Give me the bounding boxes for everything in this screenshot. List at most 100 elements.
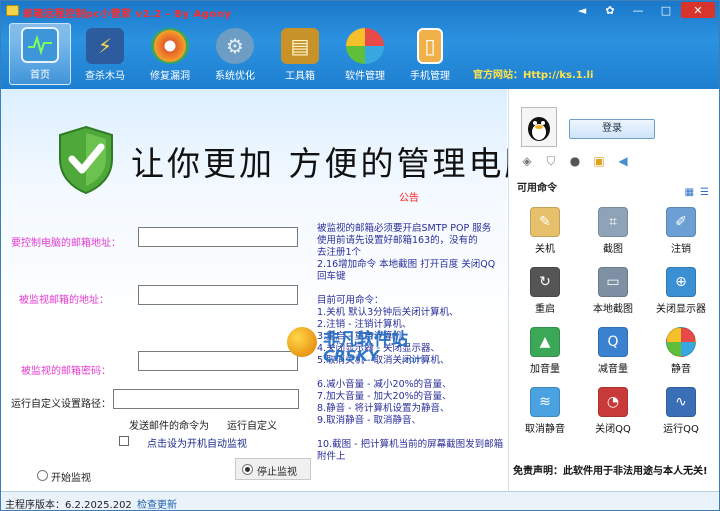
command-label: 取消静音 xyxy=(525,424,565,435)
command-item[interactable]: ▭ 本地截图 xyxy=(581,267,645,315)
disclaimer: 免责声明：此软件用于非法用途与本人无关! xyxy=(513,466,708,477)
command-label: 关闭显示器 xyxy=(656,304,706,315)
command-label: 减音量 xyxy=(598,364,628,375)
broom-icon: ✎ xyxy=(530,207,560,237)
app-window: 邮箱远程控制pc小管家 v2.2 - By Agony ◄ ✿ — □ ✕ 首页… xyxy=(0,0,720,511)
gear-icon: ⚙ xyxy=(216,28,254,64)
toolbar-item-toolbox[interactable]: ▤ 工具箱 xyxy=(269,23,331,85)
flower-mute-icon xyxy=(666,327,696,357)
command-item[interactable]: ↻ 重启 xyxy=(513,267,577,315)
command-label: 加音量 xyxy=(530,364,560,375)
control-email-label: 要控制电脑的邮箱地址： xyxy=(11,238,121,249)
toolbar-item-optimize[interactable]: ⚙ 系统优化 xyxy=(204,23,266,85)
command-label: 本地截图 xyxy=(593,304,633,315)
menu-icon[interactable]: ◄ xyxy=(569,2,595,18)
watermark-emblem-icon xyxy=(287,327,317,357)
command-label: 重启 xyxy=(535,304,555,315)
send-command-label: 发送邮件的命令为 xyxy=(129,421,209,432)
command-item[interactable]: 静音 xyxy=(649,327,713,375)
watermark-en: CRSKY xyxy=(323,347,379,365)
speaker-icon[interactable]: ◀ xyxy=(615,153,631,169)
toolbar-label: 工具箱 xyxy=(285,71,315,82)
command-label: 关闭QQ xyxy=(595,424,631,435)
main-panel: 让你更加 方便的管理电脑 ！ 公告 要控制电脑的邮箱地址： 被监视邮箱的地址： … xyxy=(1,89,587,491)
shield-icon[interactable]: ⛉ xyxy=(543,153,559,169)
qq-penguin-icon xyxy=(528,117,550,141)
toolbar-item-software[interactable]: 软件管理 xyxy=(334,23,396,85)
autostart-checkbox[interactable] xyxy=(119,436,129,446)
command-item[interactable]: ∿ 运行QQ xyxy=(649,387,713,435)
skin-icon[interactable]: ✿ xyxy=(597,2,623,18)
monitor-icon: ▭ xyxy=(598,267,628,297)
command-item[interactable]: ⊕ 关闭显示器 xyxy=(649,267,713,315)
autostart-label[interactable]: 点击设为开机自动监视 xyxy=(147,435,247,450)
check-update-link[interactable]: 检查更新 xyxy=(137,496,177,510)
start-monitor-radio[interactable] xyxy=(37,470,48,481)
command-grid: ✎ 关机 ⌗ 截图 ✐ 注销 ↻ 重启 ▭ 本地截图 ⊕ 关闭显示器 ▲ 加音量 Q 减音量 静… xyxy=(513,207,719,435)
restart-icon: ↻ xyxy=(530,267,560,297)
toolbar-item-fix-vuln[interactable]: 修复漏洞 xyxy=(139,23,201,85)
stop-monitor-label[interactable]: 停止监视 xyxy=(257,463,297,478)
custom-path-input[interactable] xyxy=(113,389,299,409)
phone-icon: ▯ xyxy=(417,28,443,64)
command-item[interactable]: ✐ 注销 xyxy=(649,207,713,255)
maximize-icon[interactable]: □ xyxy=(653,2,679,18)
toolbar-item-phone[interactable]: ▯ 手机管理 xyxy=(399,23,461,85)
user-icon[interactable]: ● xyxy=(567,153,583,169)
quick-icons: ◈ ⛉ ● ▣ ◀ xyxy=(519,153,631,169)
custom-path-label: 运行自定义设置路径： xyxy=(11,399,111,410)
run-custom-label: 运行自定义 xyxy=(227,421,277,432)
home-monitor-icon xyxy=(21,27,59,63)
gift-icon[interactable]: ▣ xyxy=(591,153,607,169)
list-view-icon[interactable]: ☰ xyxy=(700,187,709,198)
avatar[interactable] xyxy=(521,107,557,147)
minimize-icon[interactable]: — xyxy=(625,2,651,18)
control-email-input[interactable] xyxy=(138,227,298,247)
toolbar-label: 查杀木马 xyxy=(85,71,125,82)
volume-up-icon: ▲ xyxy=(530,327,560,357)
command-label: 关机 xyxy=(535,244,555,255)
command-item[interactable]: ◔ 关闭QQ xyxy=(581,387,645,435)
app-icon xyxy=(6,5,19,16)
monitored-password-label: 被监视的邮箱密码： xyxy=(21,366,111,377)
toolbar-label: 首页 xyxy=(30,70,50,81)
window-controls: ◄ ✿ — □ ✕ xyxy=(569,2,715,18)
command-item[interactable]: ⌗ 截图 xyxy=(581,207,645,255)
command-item[interactable]: ≋ 取消静音 xyxy=(513,387,577,435)
shield-bolt-icon: ⚡ xyxy=(86,28,124,64)
command-label: 运行QQ xyxy=(663,424,699,435)
chart-line-icon: ∿ xyxy=(666,387,696,417)
commands-title: 可用命令 xyxy=(517,183,557,194)
pen-icon: ✐ xyxy=(666,207,696,237)
monitored-password-input[interactable] xyxy=(138,351,298,371)
grid-view-icon[interactable]: ▦ xyxy=(685,187,694,198)
flower-icon xyxy=(346,28,384,64)
shield-check-icon xyxy=(59,125,113,195)
toolbar-label: 修复漏洞 xyxy=(150,71,190,82)
close-icon[interactable]: ✕ xyxy=(681,2,715,18)
ie-globe-icon xyxy=(151,28,189,64)
notice-link[interactable]: 公告 xyxy=(399,189,419,204)
official-site-link[interactable]: 官方网站：Http://ks.1.li xyxy=(473,66,593,81)
speedometer-icon: ◔ xyxy=(598,387,628,417)
stop-monitor-radio[interactable] xyxy=(242,464,253,475)
command-item[interactable]: ▲ 加音量 xyxy=(513,327,577,375)
network-icon: ⊕ xyxy=(666,267,696,297)
command-label: 截图 xyxy=(603,244,623,255)
view-toggle: ▦ ☰ xyxy=(685,187,709,198)
monitored-email-input[interactable] xyxy=(138,285,298,305)
toolbox-icon: ▤ xyxy=(281,28,319,64)
login-button[interactable]: 登录 xyxy=(569,119,655,139)
toolbar-item-home[interactable]: 首页 xyxy=(9,23,71,85)
monitored-email-label: 被监视邮箱的地址： xyxy=(19,295,109,306)
cube-icon[interactable]: ◈ xyxy=(519,153,535,169)
toolbar-item-trojan-scan[interactable]: ⚡ 查杀木马 xyxy=(74,23,136,85)
start-monitor-label[interactable]: 开始监视 xyxy=(51,469,91,484)
command-item[interactable]: Q 减音量 xyxy=(581,327,645,375)
q-icon: Q xyxy=(598,327,628,357)
toolbar-label: 系统优化 xyxy=(215,71,255,82)
command-item[interactable]: ✎ 关机 xyxy=(513,207,577,255)
screenshot-icon: ⌗ xyxy=(598,207,628,237)
side-panel: 登录 ◈ ⛉ ● ▣ ◀ 可用命令 ▦ ☰ ✎ 关机 ⌗ 截图 ✐ 注销 ↻ 重启 ▭ 本… xyxy=(508,89,719,491)
top-bar: 邮箱远程控制pc小管家 v2.2 - By Agony ◄ ✿ — □ ✕ 首页… xyxy=(1,1,719,89)
